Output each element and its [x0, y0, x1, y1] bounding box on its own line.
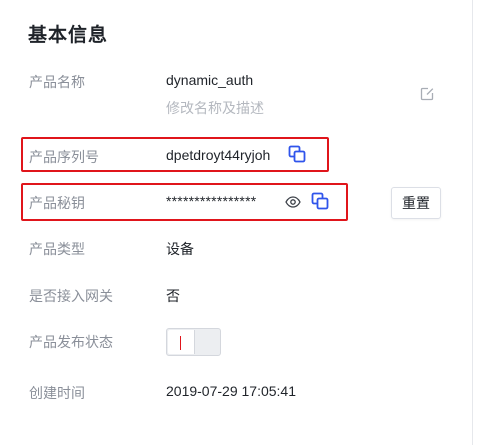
- created-time-value: 2019-07-29 17:05:41: [166, 383, 296, 399]
- product-serial-value: dpetdroyt44ryjoh: [166, 147, 271, 163]
- network-access-label: 是否接入网关: [29, 288, 113, 304]
- eye-icon[interactable]: [285, 195, 301, 209]
- network-access-value: 否: [166, 288, 180, 304]
- product-info-panel: 基本信息 产品名称 dynamic_auth 修改名称及描述 产品序列号 dpe…: [0, 0, 479, 445]
- product-secret-label: 产品秘钥: [29, 195, 85, 211]
- panel-divider: [472, 0, 473, 445]
- product-type-label: 产品类型: [29, 241, 85, 257]
- publish-status-label: 产品发布状态: [29, 334, 113, 350]
- product-serial-label: 产品序列号: [29, 149, 99, 165]
- edit-icon[interactable]: [419, 86, 435, 102]
- copy-secret-icon[interactable]: [311, 192, 329, 210]
- product-name-value: dynamic_auth: [166, 72, 254, 88]
- product-name-label: 产品名称: [29, 74, 85, 90]
- section-title: 基本信息: [28, 25, 109, 46]
- publish-status-toggle[interactable]: [166, 328, 221, 356]
- product-type-value: 设备: [166, 241, 194, 257]
- created-time-label: 创建时间: [29, 385, 85, 401]
- product-secret-value: ****************: [166, 193, 257, 209]
- reset-secret-button[interactable]: 重置: [391, 187, 441, 219]
- copy-serial-icon[interactable]: [288, 145, 306, 163]
- product-description: 修改名称及描述: [166, 100, 264, 116]
- toggle-knob: [168, 330, 195, 354]
- toggle-cursor: [180, 336, 181, 350]
